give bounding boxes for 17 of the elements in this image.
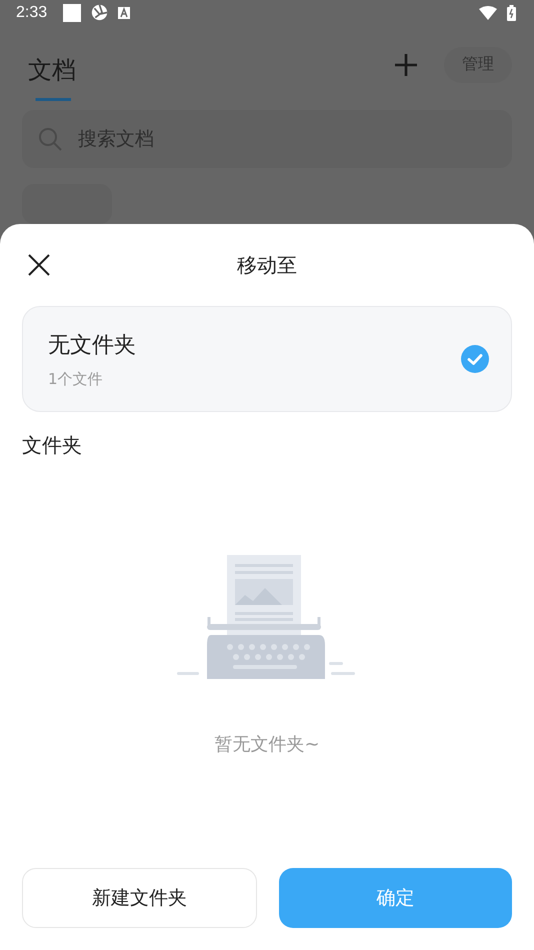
keyboard-app-icon [118,6,130,19]
confirm-button[interactable]: 确定 [279,868,512,928]
search-icon [38,127,62,151]
option-count: 1个文件 [48,370,104,388]
folder-option[interactable]: 无文件夹 1个文件 [22,306,512,412]
documents-tab[interactable]: 文档 [28,40,76,102]
notification-square-icon [63,4,82,22]
wifi-icon [479,6,497,20]
option-name: 无文件夹 [48,332,137,360]
add-icon[interactable] [394,52,418,77]
battery-icon [507,4,516,21]
empty-message: 暂无文件夹~ [214,733,320,756]
new-folder-button[interactable]: 新建文件夹 [22,868,257,928]
section-title: 文件夹 [22,432,82,459]
sheet-title: 移动至 [237,252,297,278]
status-time: 2:33 [16,4,48,22]
close-icon[interactable] [28,254,50,276]
